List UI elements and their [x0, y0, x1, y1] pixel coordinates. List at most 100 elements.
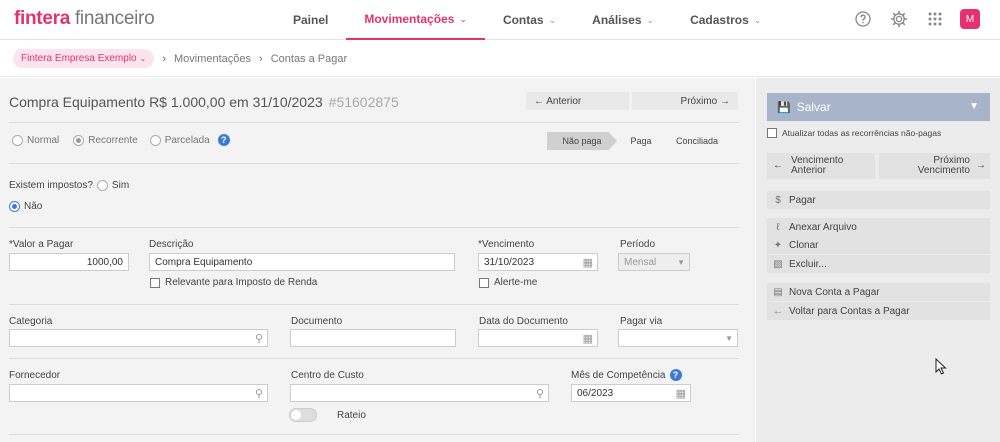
button-label: Clonar [789, 239, 819, 251]
delete-button[interactable]: ▨ Excluir... [767, 255, 990, 273]
alerte-checkbox-row: Alerte-me [479, 277, 537, 288]
taxes-question-label: Existem impostos? [9, 180, 93, 191]
magic-wand-icon: ✦ [773, 239, 783, 251]
nav-painel[interactable]: Painel [275, 0, 346, 40]
nav-cadastros[interactable]: Cadastros ⌄ [672, 0, 779, 40]
data-documento-input[interactable]: ▦ [478, 329, 598, 347]
trash-icon: ▨ [773, 258, 783, 270]
paperclip-icon: ℓ [776, 221, 780, 233]
button-label: Nova Conta a Pagar [789, 286, 880, 298]
back-to-list-button[interactable]: ← Voltar para Contas a Pagar [767, 302, 990, 320]
previous-button[interactable]: ← Anterior [526, 92, 629, 110]
divider [9, 227, 739, 228]
gear-icon[interactable] [888, 8, 910, 30]
search-icon[interactable]: ⚲ [536, 387, 544, 400]
caret-down-icon: ▼ [725, 334, 733, 343]
centro-custo-input[interactable]: ⚲ [290, 384, 549, 402]
data-documento-label: Data do Documento [479, 316, 568, 327]
save-button[interactable]: 💾 Salvar ▼ [767, 93, 990, 121]
divider [9, 304, 739, 305]
pagar-via-label: Pagar via [620, 316, 663, 327]
rateio-toggle[interactable] [289, 408, 317, 422]
documento-input[interactable] [290, 329, 456, 347]
help-circle-icon[interactable] [852, 8, 874, 30]
nav-contas[interactable]: Contas ⌄ [485, 0, 574, 40]
alerte-checkbox[interactable] [479, 277, 489, 288]
radio-taxes-no[interactable] [9, 201, 20, 212]
arrow-left-icon: ← [773, 160, 783, 171]
next-button[interactable]: Próximo → [632, 92, 738, 110]
search-icon[interactable]: ⚲ [255, 332, 263, 345]
radio-label: Sim [111, 180, 130, 191]
nav-movimentacoes[interactable]: Movimentações ⌄ [346, 0, 485, 40]
valor-input[interactable]: 1000,00 [9, 253, 129, 271]
chevron-down-icon: ⌄ [753, 14, 762, 25]
radio-normal[interactable] [12, 134, 23, 146]
chevron-down-icon: ⌄ [646, 14, 655, 25]
checkbox-label: Relevante para Imposto de Renda [165, 277, 318, 288]
caret-down-icon: ▼ [677, 258, 685, 267]
title-text: Compra Equipamento R$ 1.000,00 em 31/10/… [9, 94, 323, 110]
checkbox-label: Atualizar todas as recorrências não-paga… [782, 128, 942, 138]
status-step-paga: Paga [630, 136, 652, 146]
taxes-no-option: Não [9, 201, 42, 212]
fornecedor-input[interactable]: ⚲ [9, 384, 268, 402]
radio-label: Parcelada [164, 134, 210, 146]
divider [9, 122, 739, 123]
nav-label: Movimentações [364, 12, 455, 26]
form-area: Compra Equipamento R$ 1.000,00 em 31/10/… [0, 78, 755, 442]
search-icon[interactable]: ⚲ [255, 387, 263, 400]
breadcrumb-contas-a-pagar[interactable]: Contas a Pagar [271, 53, 347, 65]
descricao-input[interactable]: Compra Equipamento [149, 253, 455, 271]
calendar-icon[interactable]: ▦ [583, 256, 593, 269]
document-icon: ▤ [773, 286, 783, 298]
top-navbar: fintera financeiro Painel Movimentações ⌄… [0, 0, 1000, 40]
categoria-label: Categoria [9, 316, 53, 327]
taxes-question: Existem impostos? Sim [9, 180, 129, 191]
button-label: Pagar [789, 194, 816, 206]
nav-label: Cadastros [690, 13, 749, 27]
nav-label: Painel [293, 13, 329, 27]
nav-analises[interactable]: Análises ⌄ [574, 0, 672, 40]
grid-icon[interactable] [924, 8, 946, 30]
caret-down-icon[interactable]: ▼ [969, 101, 979, 112]
company-selector[interactable]: Fintera Empresa Exemplo ⌄ [13, 49, 155, 68]
button-label: Voltar para Contas a Pagar [789, 305, 910, 317]
attach-button[interactable]: ℓ Anexar Arquivo [767, 218, 990, 236]
new-payable-button[interactable]: ▤ Nova Conta a Pagar [767, 283, 990, 301]
status-step-conciliada: Conciliada [675, 136, 719, 146]
chevron-down-icon: ⌄ [548, 14, 557, 25]
next-due-button[interactable]: Próximo Vencimento → [879, 153, 990, 179]
radio-parcelada[interactable] [149, 134, 161, 146]
nav-label: Contas [502, 13, 544, 27]
label-line: Vencimento [917, 165, 970, 176]
divider [9, 163, 739, 164]
divider [9, 358, 739, 359]
valor-label: *Valor a Pagar [9, 239, 74, 250]
arrow-left-icon: ← [773, 305, 783, 317]
mes-competencia-input[interactable]: 06/2023 ▦ [571, 384, 691, 402]
categoria-input[interactable]: ⚲ [9, 329, 268, 347]
relevante-checkbox[interactable] [150, 277, 160, 288]
actions-panel: 💾 Salvar ▼ Atualizar todas as recorrênci… [756, 78, 1000, 442]
periodo-select[interactable]: Mensal ▼ [618, 253, 690, 271]
pagar-via-select[interactable]: ▼ [618, 329, 738, 347]
calendar-icon[interactable]: ▦ [583, 332, 593, 345]
button-label: Excluir... [789, 258, 827, 270]
vencimento-label: *Vencimento [478, 239, 535, 250]
brand-logo[interactable]: fintera financeiro [14, 8, 155, 30]
radio-label: Recorrente [88, 134, 138, 146]
radio-taxes-yes[interactable] [96, 180, 108, 191]
previous-due-button[interactable]: ← Vencimento Anterior [767, 153, 875, 179]
breadcrumb: Fintera Empresa Exemplo ⌄ › Movimentações… [0, 41, 1000, 77]
user-avatar[interactable]: M [960, 9, 980, 29]
clone-button[interactable]: ✦ Clonar [767, 236, 990, 254]
update-all-checkbox[interactable] [767, 128, 777, 138]
calendar-icon[interactable]: ▦ [676, 387, 686, 400]
help-icon[interactable]: ? [669, 369, 682, 381]
breadcrumb-movimentacoes[interactable]: Movimentações [174, 53, 251, 65]
help-icon[interactable]: ? [217, 134, 230, 146]
pay-button[interactable]: $ Pagar [767, 191, 990, 209]
vencimento-input[interactable]: 31/10/2023 ▦ [478, 253, 598, 271]
radio-recorrente[interactable] [73, 134, 85, 146]
